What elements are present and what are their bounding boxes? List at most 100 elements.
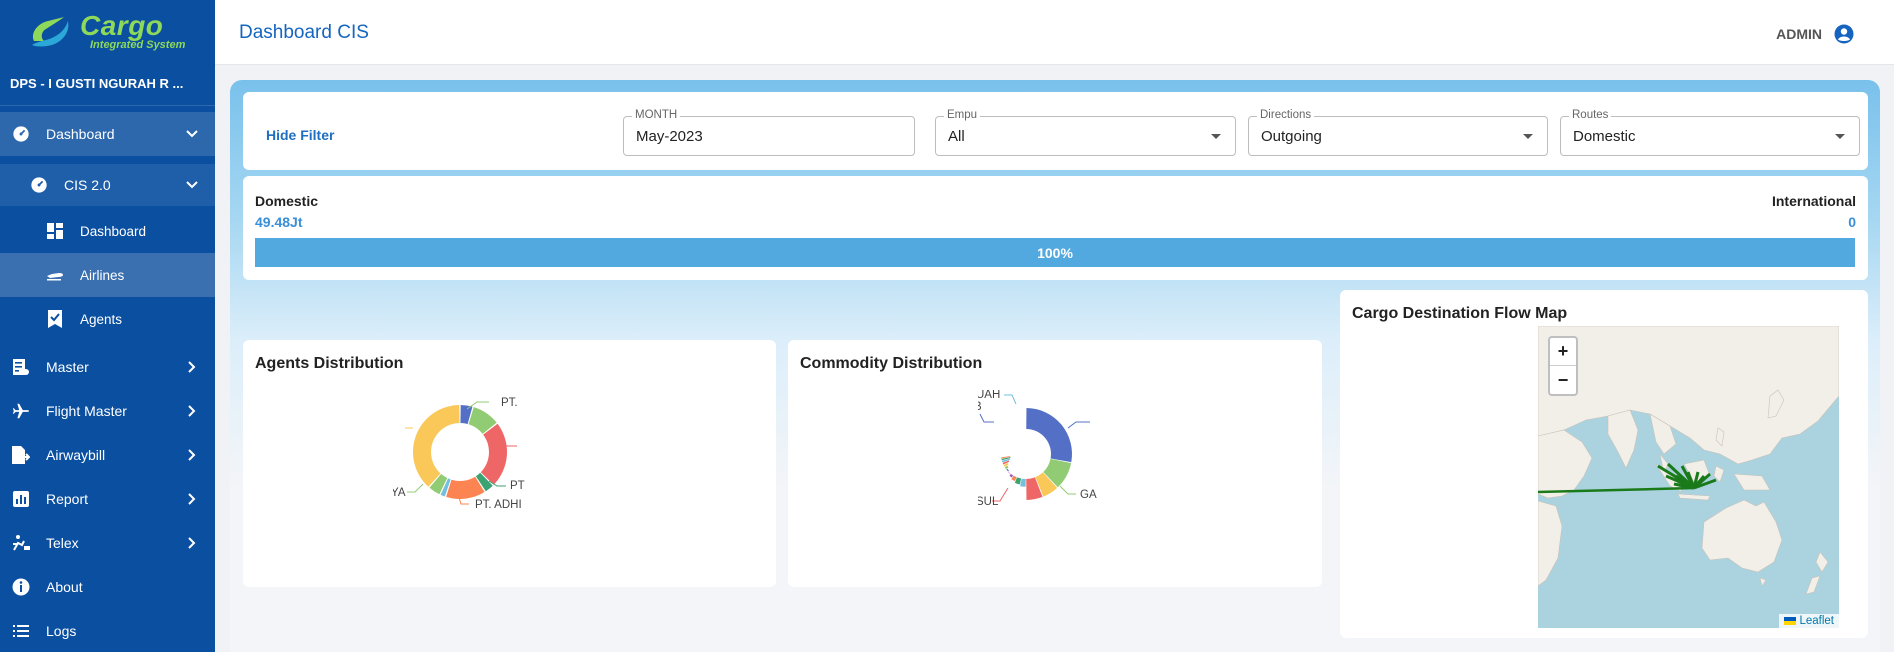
chevron-right-icon [185,536,199,550]
sidebar-item-label: About [46,579,83,595]
app-logo[interactable]: Cargo Integrated System [0,0,215,62]
agents-distribution-title: Agents Distribution [255,355,404,372]
sidebar-item-label: Report [46,491,89,507]
dropdown-arrow-icon [1523,134,1533,139]
sidebar-item-dashboard[interactable]: Dashboard [0,112,215,156]
agents-slice[interactable] [480,423,507,485]
world-map-tiles [1538,326,1839,628]
attribution-link[interactable]: Leaflet [1799,615,1834,627]
chevron-right-icon [185,448,199,462]
sidebar-item-report[interactable]: Report [0,477,215,521]
domestic-value: 49.48Jt [255,214,303,230]
document-list-icon [10,358,32,376]
progress-text: 100% [1037,244,1073,261]
page-title: Dashboard CIS [239,22,369,43]
commodity-distribution-title: Commodity Distribution [800,355,983,372]
chevron-right-icon [185,404,199,418]
sidebar-item-agents[interactable]: Agents [0,297,215,341]
commodity-slice[interactable] [1026,408,1072,463]
sidebar-item-cis-dashboard[interactable]: Dashboard [0,209,215,253]
flow-map-title: Cargo Destination Flow Map [1352,305,1568,322]
commodity-label-1: B [978,401,982,413]
sidebar-item-label: Telex [46,535,79,551]
sidebar-item-logs[interactable]: Logs [0,609,215,652]
agents-label-2: PT. ADHI [475,499,522,511]
directions-select-label: Directions [1257,109,1315,121]
agents-label-1: PT [510,480,525,492]
zoom-out-button[interactable]: − [1550,366,1576,394]
sidebar-item-about[interactable]: About [0,565,215,609]
map-attribution[interactable]: Leaflet [1779,614,1839,628]
logo-subtitle: Integrated System [90,38,186,51]
sidebar-item-label: Dashboard [80,223,147,239]
international-value: 0 [1848,214,1856,230]
airplane-icon [10,402,32,420]
sidebar-item-label: Agents [80,311,123,327]
ukraine-flag-icon [1784,617,1797,625]
route-summary-card: Domestic 49.48Jt International 0 100% [243,176,1868,280]
user-name: ADMIN [1776,26,1822,42]
account-circle-icon [1834,24,1854,44]
logo-title: Cargo [80,9,164,41]
dropdown-arrow-icon [1211,134,1221,139]
sidebar-item-label: Logs [46,623,77,639]
sidebar-item-label: CIS 2.0 [64,177,111,193]
agents-distribution-card: Agents Distribution PT. PT PT. ADHI YA [243,340,776,587]
list-icon [10,622,32,640]
empu-select-label: Empu [944,109,981,121]
empu-select[interactable]: Empu All [935,109,1236,156]
month-field-value: May-2023 [636,128,703,145]
directions-select-value: Outgoing [1261,128,1322,145]
commodity-slice[interactable] [1009,473,1014,478]
zoom-in-button[interactable]: + [1550,338,1576,366]
agents-donut-chart[interactable]: PT. PT PT. ADHI YA [393,390,533,520]
routes-select-label: Routes [1569,109,1612,121]
sidebar-item-telex[interactable]: Telex [0,521,215,565]
sidebar-item-airlines[interactable]: Airlines [0,253,215,297]
sidebar-item-label: Master [46,359,89,375]
commodity-distribution-card: Commodity Distribution GA SUL UAH B [788,340,1322,587]
domestic-label: Domestic [255,193,319,209]
telex-icon [10,534,32,552]
sidebar: Cargo Integrated System DPS - I GUSTI NG… [0,0,215,652]
top-bar: Dashboard CIS ADMIN [215,0,1894,65]
month-field[interactable]: MONTH May-2023 [623,109,915,156]
chevron-right-icon [185,492,199,506]
commodity-label-3: SUL [978,496,999,508]
agents-label-3: YA [393,487,406,499]
agents-slice[interactable] [413,405,460,487]
hide-filter-button[interactable]: Hide Filter [266,127,334,143]
main-content: Hide Filter MONTH May-2023 Empu All Dire… [230,80,1880,652]
filter-panel: Hide Filter MONTH May-2023 Empu All Dire… [243,92,1868,170]
flow-map[interactable]: + − Leaflet [1538,326,1839,628]
commodity-slice[interactable] [1006,468,1010,472]
airline-icon [44,266,66,284]
routes-select[interactable]: Routes Domestic [1560,109,1860,156]
sidebar-item-airwaybill[interactable]: Airwaybill [0,433,215,477]
chevron-down-icon [185,127,199,141]
commodity-donut-chart[interactable]: GA SUL UAH B [978,390,1108,520]
routes-select-value: Domestic [1573,128,1636,145]
sidebar-item-master[interactable]: Master [0,345,215,389]
empu-select-value: All [948,128,965,145]
international-label: International [1771,193,1856,209]
sidebar-item-cis-2[interactable]: CIS 2.0 [0,164,215,206]
agents-label-0: PT. [501,397,518,409]
sidebar-item-label: Airwaybill [46,447,106,463]
info-icon [10,578,32,596]
user-menu[interactable]: ADMIN [1776,24,1854,44]
dashboard-grid-icon [44,222,66,240]
sidebar-item-label: Flight Master [46,403,127,419]
sidebar-item-label: Airlines [80,267,125,283]
chevron-right-icon [185,360,199,374]
sidebar-item-flight-master[interactable]: Flight Master [0,389,215,433]
station-name: DPS - I GUSTI NGURAH R ... [0,62,215,106]
file-export-icon [10,446,32,464]
commodity-slice[interactable] [1020,478,1026,487]
dropdown-arrow-icon [1835,134,1845,139]
chevron-down-icon [185,178,199,192]
sidebar-item-label: Dashboard [46,126,115,142]
directions-select[interactable]: Directions Outgoing [1248,109,1548,156]
commodity-label-2: GA [1080,489,1097,501]
commodity-slice[interactable] [1008,471,1011,475]
